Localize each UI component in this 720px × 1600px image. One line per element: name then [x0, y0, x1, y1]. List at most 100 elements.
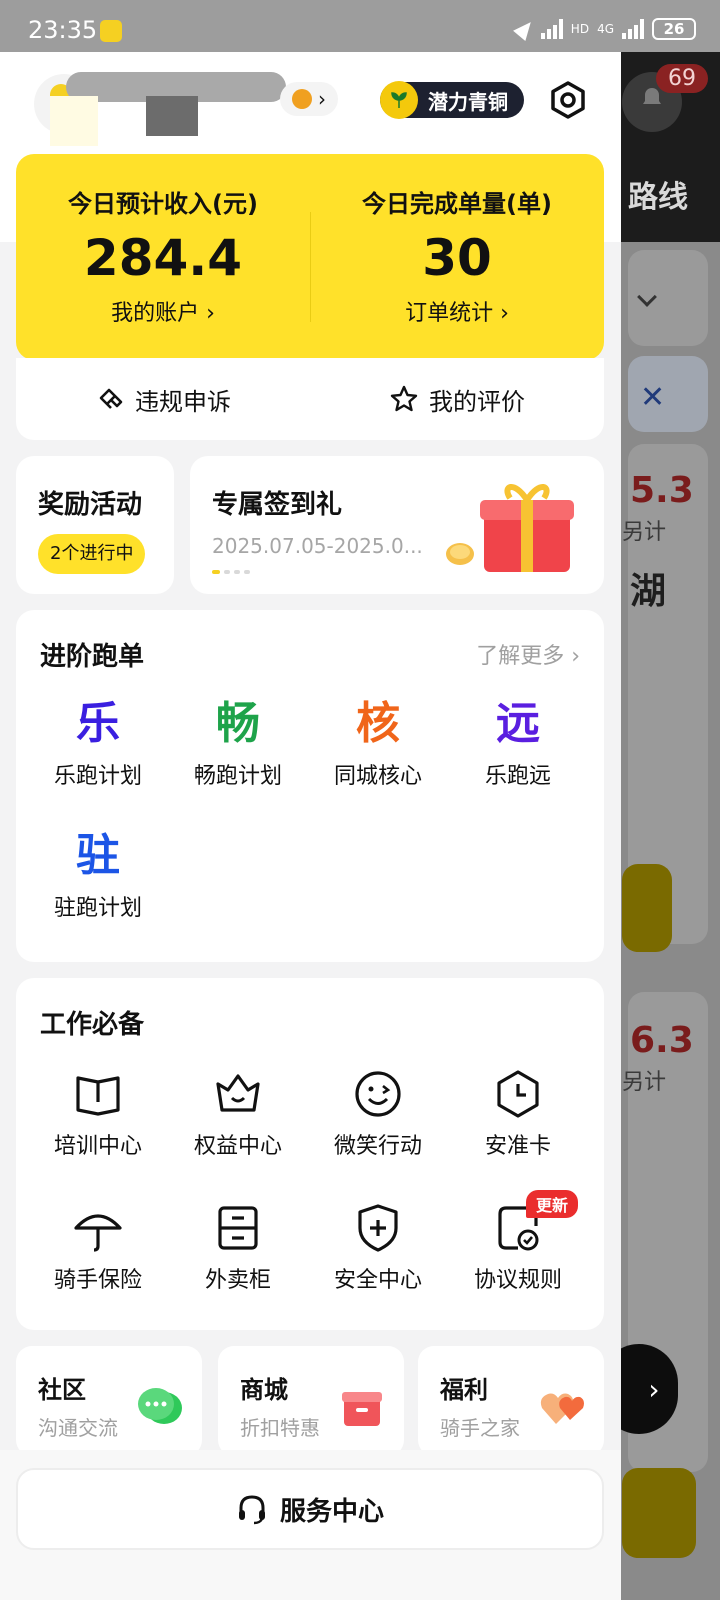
reward-activity-card[interactable]: 奖励活动 2个进行中 [16, 456, 174, 594]
service-center-button[interactable]: 服务中心 [16, 1468, 604, 1550]
background-route-label: 路线 [628, 180, 688, 215]
advanced-item-lepao[interactable]: 乐 乐跑计划 [28, 696, 168, 790]
lepaoyuan-icon: 远 [496, 698, 540, 749]
work-item-agreements[interactable]: 更新 协议规则 [448, 1190, 588, 1294]
advanced-item-lepaoyuan[interactable]: 远 乐跑远 [448, 696, 588, 790]
gift-box-icon [342, 1392, 382, 1426]
background-sub-2: 另计 [622, 1070, 667, 1095]
service-bar: 服务中心 [0, 1450, 621, 1600]
side-drawer: › 潜力青铜 今日预计收入(元) 284.4 我的账户 › 今日完成单量(单) … [0, 52, 621, 1600]
work-item-locker[interactable]: 外卖柜 [168, 1200, 308, 1294]
welfare-card[interactable]: 福利 骑手之家 [418, 1346, 604, 1456]
grid-label: 安全中心 [333, 1268, 422, 1293]
star-icon [390, 385, 418, 412]
panel-title: 进阶跑单 [40, 642, 145, 672]
rating-label: 我的评价 [429, 387, 525, 416]
card-subtitle: 骑手之家 [440, 1416, 520, 1440]
advanced-item-changpao[interactable]: 畅 畅跑计划 [168, 696, 308, 790]
action-row: 违规申诉 我的评价 [16, 358, 604, 440]
grid-label: 协议规则 [473, 1268, 562, 1293]
tongcheng-icon: 核 [356, 698, 400, 749]
chat-bubble-icon [138, 1388, 182, 1424]
appeal-button[interactable]: 违规申诉 [16, 358, 310, 440]
orders-value: 30 [422, 229, 492, 287]
grid-label: 权益中心 [193, 1134, 282, 1159]
smile-icon [355, 1071, 401, 1117]
update-badge: 更新 [526, 1190, 579, 1218]
redacted-block-2 [146, 96, 198, 136]
card-title: 社区 [38, 1376, 86, 1404]
clock-icon [497, 1070, 539, 1118]
work-item-smile[interactable]: 微笑行动 [308, 1066, 448, 1160]
book-icon [76, 1076, 120, 1116]
umbrella-icon [74, 1214, 122, 1252]
learn-more-link[interactable]: 了解更多 › [476, 638, 580, 670]
work-essentials-panel: 工作必备 培训中心 权益中心 微笑行动 安准卡 骑手保险 外卖柜 安全中心 更新… [16, 978, 604, 1330]
battery-icon: 26 [652, 18, 696, 40]
service-label: 服务中心 [279, 1496, 384, 1527]
appeal-label: 违规申诉 [135, 387, 231, 416]
income-stat[interactable]: 今日预计收入(元) 284.4 我的账户 › [16, 184, 310, 327]
reward-count-pill: 2个进行中 [38, 534, 146, 574]
signin-title: 专属签到礼 [212, 490, 343, 520]
grid-label: 安准卡 [484, 1134, 551, 1159]
work-item-security[interactable]: 安全中心 [308, 1200, 448, 1294]
signal-icon-2 [622, 19, 644, 39]
settings-icon[interactable] [548, 80, 588, 120]
tier-badge[interactable]: 潜力青铜 [380, 81, 524, 119]
grid-label: 同城核心 [333, 764, 422, 789]
background-amount-2: 6.3 [630, 1020, 694, 1061]
work-item-safety-card[interactable]: 安准卡 [448, 1066, 588, 1160]
status-bar: 23:35 HD 4G 26 [0, 0, 720, 52]
hd-label: HD [570, 22, 590, 36]
advanced-item-tongcheng[interactable]: 核 同城核心 [308, 696, 448, 790]
signin-gift-card[interactable]: 专属签到礼 2025.07.05-2025.0... [190, 456, 604, 594]
orders-label: 今日完成单量(单) [362, 190, 552, 218]
grid-label: 外卖柜 [204, 1268, 271, 1293]
grid-label: 驻跑计划 [53, 896, 142, 921]
orders-stat[interactable]: 今日完成单量(单) 30 订单统计 › [310, 184, 604, 327]
reward-title: 奖励活动 [38, 490, 143, 520]
lepao-icon: 乐 [76, 698, 120, 749]
location-arrow-icon [512, 16, 537, 42]
status-time: 23:35 [28, 16, 98, 44]
my-account-link[interactable]: 我的账户 › [16, 295, 310, 327]
crown-icon [216, 1074, 260, 1112]
work-item-insurance[interactable]: 骑手保险 [28, 1200, 168, 1294]
signin-date: 2025.07.05-2025.0... [212, 534, 423, 558]
community-card[interactable]: 社区 沟通交流 [16, 1346, 202, 1456]
card-subtitle: 沟通交流 [38, 1416, 118, 1440]
income-card: 今日预计收入(元) 284.4 我的账户 › 今日完成单量(单) 30 订单统计… [16, 154, 604, 360]
level-chip[interactable]: › [280, 82, 338, 116]
advanced-item-zhupao[interactable]: 驻 驻跑计划 [28, 828, 168, 922]
work-item-benefits[interactable]: 权益中心 [168, 1066, 308, 1160]
locker-icon [218, 1206, 258, 1250]
work-item-training[interactable]: 培训中心 [28, 1066, 168, 1160]
changpao-icon: 畅 [216, 698, 260, 749]
zhupao-icon: 驻 [76, 830, 120, 881]
notification-count-badge: 69 [656, 64, 708, 93]
card-title: 福利 [440, 1376, 488, 1404]
grid-label: 微笑行动 [333, 1134, 422, 1159]
background-amount: 5.3 [630, 470, 694, 511]
income-value: 284.4 [83, 229, 243, 287]
background-sub: 另计 [622, 520, 667, 545]
grid-label: 乐跑远 [484, 764, 551, 789]
chevron-right-icon: › [318, 87, 326, 111]
background-partial-text: 湖 [630, 571, 667, 612]
background-yellow-button[interactable] [622, 864, 672, 952]
star-medal-icon [292, 89, 312, 109]
gift-box-icon [446, 484, 574, 572]
sprout-icon [380, 81, 418, 119]
card-subtitle: 折扣特惠 [240, 1416, 320, 1440]
advanced-running-panel: 进阶跑单 了解更多 › 乐 乐跑计划 畅 畅跑计划 核 同城核心 远 乐跑远 驻… [16, 610, 604, 962]
grid-label: 培训中心 [53, 1134, 142, 1159]
mall-card[interactable]: 商城 折扣特惠 [218, 1346, 404, 1456]
background-yellow-button-2[interactable] [622, 1468, 696, 1558]
order-stats-link[interactable]: 订单统计 › [310, 295, 604, 327]
close-icon[interactable]: ✕ [640, 380, 665, 415]
bell-icon [643, 88, 661, 104]
shield-plus-icon [358, 1204, 398, 1252]
my-rating-button[interactable]: 我的评价 [310, 358, 604, 440]
network-label: 4G [597, 22, 614, 36]
